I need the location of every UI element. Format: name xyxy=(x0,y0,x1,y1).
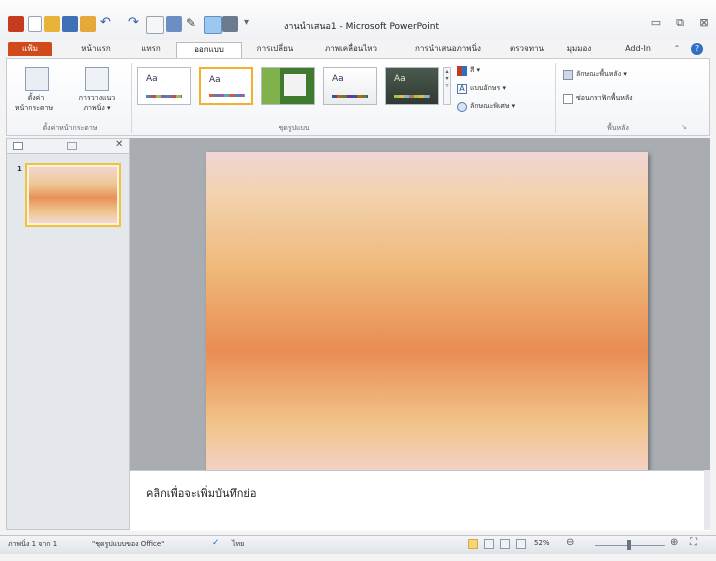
theme-colors-label: สี ▾ xyxy=(470,66,481,74)
tab-home[interactable]: หน้าแรก xyxy=(64,42,128,58)
theme-sample-text: Aa xyxy=(146,74,158,84)
background-group-label: พื้นหลัง xyxy=(607,124,629,132)
slideshow-view-icon[interactable] xyxy=(516,539,526,549)
slides-tab-icon[interactable] xyxy=(13,142,23,150)
minimize-ribbon-icon[interactable]: ⌃ xyxy=(670,42,684,58)
theme-sample-text: Aa xyxy=(394,74,406,84)
zoom-level[interactable]: 52% xyxy=(534,539,550,547)
ribbon-tabs: แฟ้ม หน้าแรก แทรก ออกแบบ การเปลี่ยน ภาพเ… xyxy=(0,40,716,58)
background-styles-icon xyxy=(563,69,573,80)
theme-thumbnail-5[interactable]: Aa xyxy=(385,67,439,105)
fit-to-window-icon[interactable]: ⛶ xyxy=(690,537,697,548)
theme-gallery-scroll[interactable]: ▴ ▾ ▿ xyxy=(443,67,451,105)
table-icon[interactable] xyxy=(146,16,164,34)
theme-colors-button[interactable]: สี ▾ xyxy=(457,65,480,76)
window-title: งานนำเสนอ1 - Microsoft PowerPoint xyxy=(284,22,440,32)
theme-effects-button[interactable]: ลักษณะพิเศษ ▾ xyxy=(457,101,515,112)
tab-slideshow[interactable]: การนำเสนอภาพนิ่ง xyxy=(398,42,498,58)
theme-thumbnail-3[interactable] xyxy=(261,67,315,105)
theme-fonts-button[interactable]: A แบบอักษร ▾ xyxy=(457,83,506,94)
theme-fonts-icon: A xyxy=(457,83,467,94)
tab-animations[interactable]: ภาพเคลื่อนไหว xyxy=(308,42,394,58)
undo-icon[interactable]: ↶ xyxy=(100,16,116,32)
spellcheck-icon[interactable]: ✓ xyxy=(212,538,220,548)
file-tab[interactable]: แฟ้ม xyxy=(8,42,52,56)
zoom-slider-thumb[interactable] xyxy=(627,540,631,550)
normal-view-icon[interactable] xyxy=(468,539,478,549)
slides-panel: ✕ 1 xyxy=(6,138,130,530)
theme-swatches xyxy=(146,95,182,98)
group-separator xyxy=(555,63,556,133)
tab-transitions[interactable]: การเปลี่ยน xyxy=(244,42,306,58)
theme-sample-text: Aa xyxy=(209,75,221,85)
theme-effects-label: ลักษณะพิเศษ ▾ xyxy=(470,102,516,110)
page-setup-icon[interactable] xyxy=(25,67,49,91)
panel-tabs: ✕ xyxy=(7,139,129,154)
theme-thumbnail-1[interactable]: Aa xyxy=(137,67,191,105)
slide-thumbnail-preview xyxy=(29,167,117,223)
language-status[interactable]: ไทย xyxy=(232,539,244,550)
orientation-label-2[interactable]: ภาพนิ่ง ▾ xyxy=(67,103,127,114)
checkbox-icon xyxy=(563,93,573,104)
slide-canvas[interactable] xyxy=(206,152,648,483)
open-recent-icon[interactable] xyxy=(80,16,96,32)
hide-background-graphics-checkbox[interactable]: ซ่อนกราฟิกพื้นหลัง xyxy=(563,93,633,104)
dialog-launcher-icon[interactable]: ↘ xyxy=(679,123,689,131)
theme-sample-text: Aa xyxy=(332,74,344,84)
theme-status: "ชุดรูปแบบของ Office" xyxy=(92,540,165,548)
powerpoint-app-icon[interactable] xyxy=(8,16,24,32)
redo-icon[interactable]: ↷ xyxy=(128,16,144,32)
tab-review[interactable]: ตรวจทาน xyxy=(502,42,552,58)
hide-background-graphics-label: ซ่อนกราฟิกพื้นหลัง xyxy=(576,94,633,102)
close-panel-icon[interactable]: ✕ xyxy=(115,139,123,150)
notes-placeholder[interactable]: คลิกเพื่อจะเพิ่มบันทึกย่อ xyxy=(146,484,256,502)
theme-swatches xyxy=(209,94,245,97)
page-setup-label-2[interactable]: หน้ากระดาษ xyxy=(7,103,61,114)
theme-colors-icon xyxy=(457,65,467,76)
help-icon[interactable]: ? xyxy=(690,42,704,58)
new-file-icon[interactable] xyxy=(28,16,42,32)
theme-fonts-label: แบบอักษร ▾ xyxy=(470,84,506,92)
group-separator xyxy=(131,63,132,133)
tab-design[interactable]: ออกแบบ xyxy=(176,42,242,58)
close-icon[interactable]: ⊠ xyxy=(696,16,712,30)
print-icon[interactable] xyxy=(222,16,238,32)
theme-thumbnail-4[interactable]: Aa xyxy=(323,67,377,105)
background-styles-label: ลักษณะพื้นหลัง ▾ xyxy=(576,70,627,78)
reading-view-icon[interactable] xyxy=(500,539,510,549)
ribbon: ตั้งค่า หน้ากระดาษ การวางแนว ภาพนิ่ง ▾ ต… xyxy=(6,58,710,136)
title-bar: ↶ ↷ ✎ ▾ งานนำเสนอ1 - Microsoft PowerPoin… xyxy=(0,0,716,40)
slide-count-status: ภาพนิ่ง 1 จาก 1 xyxy=(8,540,58,548)
save-icon[interactable] xyxy=(62,16,78,32)
theme-swatches xyxy=(394,95,430,98)
themes-group-label: ชุดรูปแบบ xyxy=(278,124,310,132)
theme-thumbnail-2[interactable]: Aa xyxy=(199,67,253,105)
tab-view[interactable]: มุมมอง xyxy=(560,42,598,58)
pointer-icon[interactable] xyxy=(204,16,222,34)
slide-sorter-view-icon[interactable] xyxy=(484,539,494,549)
theme-preview-panel xyxy=(284,74,306,96)
background-styles-button[interactable]: ลักษณะพื้นหลัง ▾ xyxy=(563,69,627,80)
slide-thumbnail[interactable] xyxy=(25,163,121,227)
theme-effects-icon xyxy=(457,101,467,112)
pen-icon[interactable]: ✎ xyxy=(186,16,202,32)
zoom-out-icon[interactable]: ⊖ xyxy=(566,537,574,548)
slide-orientation-icon[interactable] xyxy=(85,67,109,91)
slide-number: 1 xyxy=(17,165,22,173)
restore-icon[interactable]: ⧉ xyxy=(672,16,688,30)
notes-scrollbar[interactable] xyxy=(704,470,710,530)
minimize-icon[interactable]: ▭ xyxy=(648,16,664,30)
customize-qat-icon[interactable]: ▾ xyxy=(244,16,260,32)
outline-tab-icon[interactable] xyxy=(67,142,77,150)
open-folder-icon[interactable] xyxy=(44,16,60,32)
tab-insert[interactable]: แทรก xyxy=(130,42,172,58)
tab-addin[interactable]: Add-In xyxy=(616,42,660,58)
zoom-in-icon[interactable]: ⊕ xyxy=(670,537,678,548)
status-bar: ภาพนิ่ง 1 จาก 1 "ชุดรูปแบบของ Office" ✓ … xyxy=(0,535,716,554)
theme-swatches xyxy=(332,95,368,98)
picture-icon[interactable] xyxy=(166,16,182,32)
page-setup-group-label: ตั้งค่าหน้ากระดาษ xyxy=(42,124,98,132)
